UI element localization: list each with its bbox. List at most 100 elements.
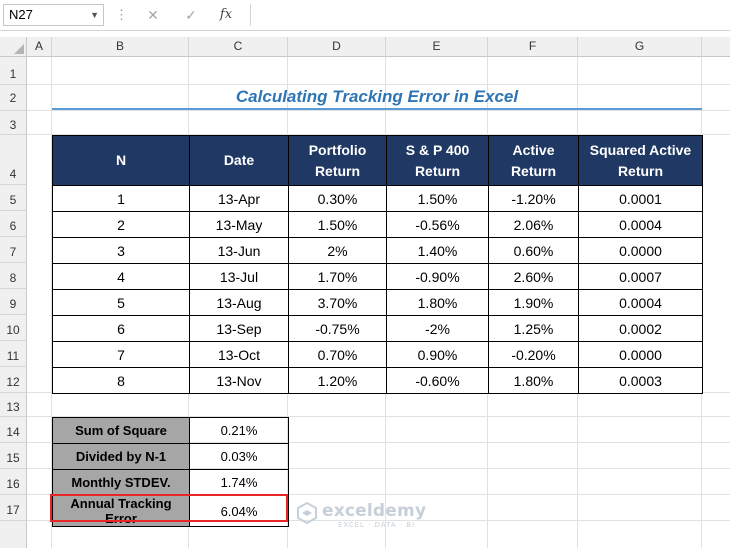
cell-n[interactable]: 8 <box>52 367 190 394</box>
cell-sp400-return[interactable]: -0.60% <box>386 367 489 394</box>
row-header-11[interactable]: 11 <box>0 341 27 367</box>
row-header-15[interactable]: 15 <box>0 443 27 469</box>
cell-sp400-return[interactable]: 0.90% <box>386 341 489 368</box>
row-header-4[interactable]: 4 <box>0 135 27 185</box>
cell-portfolio-return[interactable]: 2% <box>288 237 387 264</box>
header-portfolio-return[interactable]: Portfolio Return <box>288 135 387 186</box>
cell-active-return[interactable]: 1.25% <box>488 315 579 342</box>
cell-active-return[interactable]: -1.20% <box>488 185 579 212</box>
header-label-line2: Return <box>510 162 557 179</box>
summary-label[interactable]: Sum of Square <box>52 417 190 444</box>
cell-squared-active-return[interactable]: 0.0004 <box>578 211 703 238</box>
cell-date[interactable]: 13-Jul <box>189 263 289 290</box>
cell-date[interactable]: 13-Aug <box>189 289 289 316</box>
row-header-16[interactable]: 16 <box>0 469 27 495</box>
column-header-e[interactable]: E <box>386 37 488 57</box>
row-header-2[interactable]: 2 <box>0 85 27 111</box>
cell-sp400-return[interactable]: -0.90% <box>386 263 489 290</box>
cell-squared-active-return[interactable]: 0.0000 <box>578 237 703 264</box>
column-header-c[interactable]: C <box>189 37 288 57</box>
cell-portfolio-return[interactable]: -0.75% <box>288 315 387 342</box>
cell-active-return[interactable]: 0.60% <box>488 237 579 264</box>
cell-date[interactable]: 13-Jun <box>189 237 289 264</box>
confirm-icon[interactable]: ✓ <box>180 5 202 25</box>
header-active-return[interactable]: Active Return <box>488 135 579 186</box>
cell-squared-active-return[interactable]: 0.0000 <box>578 341 703 368</box>
row-header-3[interactable]: 3 <box>0 111 27 135</box>
summary-value[interactable]: 0.21% <box>189 417 289 444</box>
summary-value[interactable]: 1.74% <box>189 469 289 496</box>
cell-squared-active-return[interactable]: 0.0007 <box>578 263 703 290</box>
cell-portfolio-return[interactable]: 0.70% <box>288 341 387 368</box>
summary-label[interactable]: Divided by N-1 <box>52 443 190 470</box>
cell-n[interactable]: 4 <box>52 263 190 290</box>
cell-n[interactable]: 2 <box>52 211 190 238</box>
cell-active-return[interactable]: 1.90% <box>488 289 579 316</box>
row-header-18[interactable] <box>0 521 27 548</box>
cell-portfolio-return[interactable]: 3.70% <box>288 289 387 316</box>
cell-sp400-return[interactable]: 1.40% <box>386 237 489 264</box>
column-header-a[interactable]: A <box>27 37 52 57</box>
row-header-10[interactable]: 10 <box>0 315 27 341</box>
row-header-7[interactable]: 7 <box>0 237 27 263</box>
column-header-d[interactable]: D <box>288 37 386 57</box>
column-header-g[interactable]: G <box>578 37 702 57</box>
column-header-f[interactable]: F <box>488 37 578 57</box>
cell-squared-active-return[interactable]: 0.0001 <box>578 185 703 212</box>
cell-n[interactable]: 3 <box>52 237 190 264</box>
cell-n[interactable]: 7 <box>52 341 190 368</box>
cell-n[interactable]: 5 <box>52 289 190 316</box>
column-header-b[interactable]: B <box>52 37 189 57</box>
cell-sp400-return[interactable]: 1.50% <box>386 185 489 212</box>
header-n[interactable]: N <box>52 135 190 186</box>
name-box[interactable]: N27 ▼ <box>3 4 104 26</box>
cell-active-return[interactable]: -0.20% <box>488 341 579 368</box>
cell-active-return[interactable]: 1.80% <box>488 367 579 394</box>
cell-n[interactable]: 1 <box>52 185 190 212</box>
cell-squared-active-return[interactable]: 0.0003 <box>578 367 703 394</box>
cell-portfolio-return[interactable]: 1.50% <box>288 211 387 238</box>
table-row: 7 13-Oct 0.70% 0.90% -0.20% 0.0000 <box>52 341 703 368</box>
summary-label[interactable]: Monthly STDEV. <box>52 469 190 496</box>
table-row: 8 13-Nov 1.20% -0.60% 1.80% 0.0003 <box>52 367 703 394</box>
row-header-5[interactable]: 5 <box>0 185 27 211</box>
row-header-9[interactable]: 9 <box>0 289 27 315</box>
column-header-h[interactable] <box>702 37 730 57</box>
formula-input[interactable] <box>250 4 730 26</box>
insert-function-icon[interactable]: fx <box>215 5 237 25</box>
cell-sp400-return[interactable]: -0.56% <box>386 211 489 238</box>
cell-portfolio-return[interactable]: 1.20% <box>288 367 387 394</box>
cell-date[interactable]: 13-Apr <box>189 185 289 212</box>
cell-squared-active-return[interactable]: 0.0002 <box>578 315 703 342</box>
cell-active-return[interactable]: 2.60% <box>488 263 579 290</box>
summary-value[interactable]: 0.03% <box>189 443 289 470</box>
row-header-12[interactable]: 12 <box>0 367 27 393</box>
cell-n[interactable]: 6 <box>52 315 190 342</box>
cell-date[interactable]: 13-May <box>189 211 289 238</box>
cell-date[interactable]: 13-Sep <box>189 315 289 342</box>
drag-handle-icon[interactable]: ⋮ <box>115 6 128 24</box>
cell-sp400-return[interactable]: 1.80% <box>386 289 489 316</box>
summary-row: Divided by N-1 0.03% <box>52 443 289 470</box>
row-header-14[interactable]: 14 <box>0 417 27 443</box>
row-header-6[interactable]: 6 <box>0 211 27 237</box>
cell-squared-active-return[interactable]: 0.0004 <box>578 289 703 316</box>
header-sp400-return[interactable]: S & P 400 Return <box>386 135 489 186</box>
sheet-title[interactable]: Calculating Tracking Error in Excel <box>52 85 702 109</box>
row-header-17[interactable]: 17 <box>0 495 27 521</box>
cell-portfolio-return[interactable]: 0.30% <box>288 185 387 212</box>
cancel-icon[interactable]: ✕ <box>142 5 164 25</box>
header-squared-active-return[interactable]: Squared Active Return <box>578 135 703 186</box>
cell-sp400-return[interactable]: -2% <box>386 315 489 342</box>
cell-date[interactable]: 13-Nov <box>189 367 289 394</box>
row-header-8[interactable]: 8 <box>0 263 27 289</box>
row-header-1[interactable]: 1 <box>0 57 27 85</box>
cell-portfolio-return[interactable]: 1.70% <box>288 263 387 290</box>
exceldemy-watermark: exceldemy EXCEL · DATA · BI <box>296 499 446 533</box>
row-header-13[interactable]: 13 <box>0 393 27 417</box>
chevron-down-icon[interactable]: ▼ <box>90 5 99 25</box>
cell-active-return[interactable]: 2.06% <box>488 211 579 238</box>
header-date[interactable]: Date <box>189 135 289 186</box>
select-all-button[interactable] <box>0 37 27 57</box>
cell-date[interactable]: 13-Oct <box>189 341 289 368</box>
